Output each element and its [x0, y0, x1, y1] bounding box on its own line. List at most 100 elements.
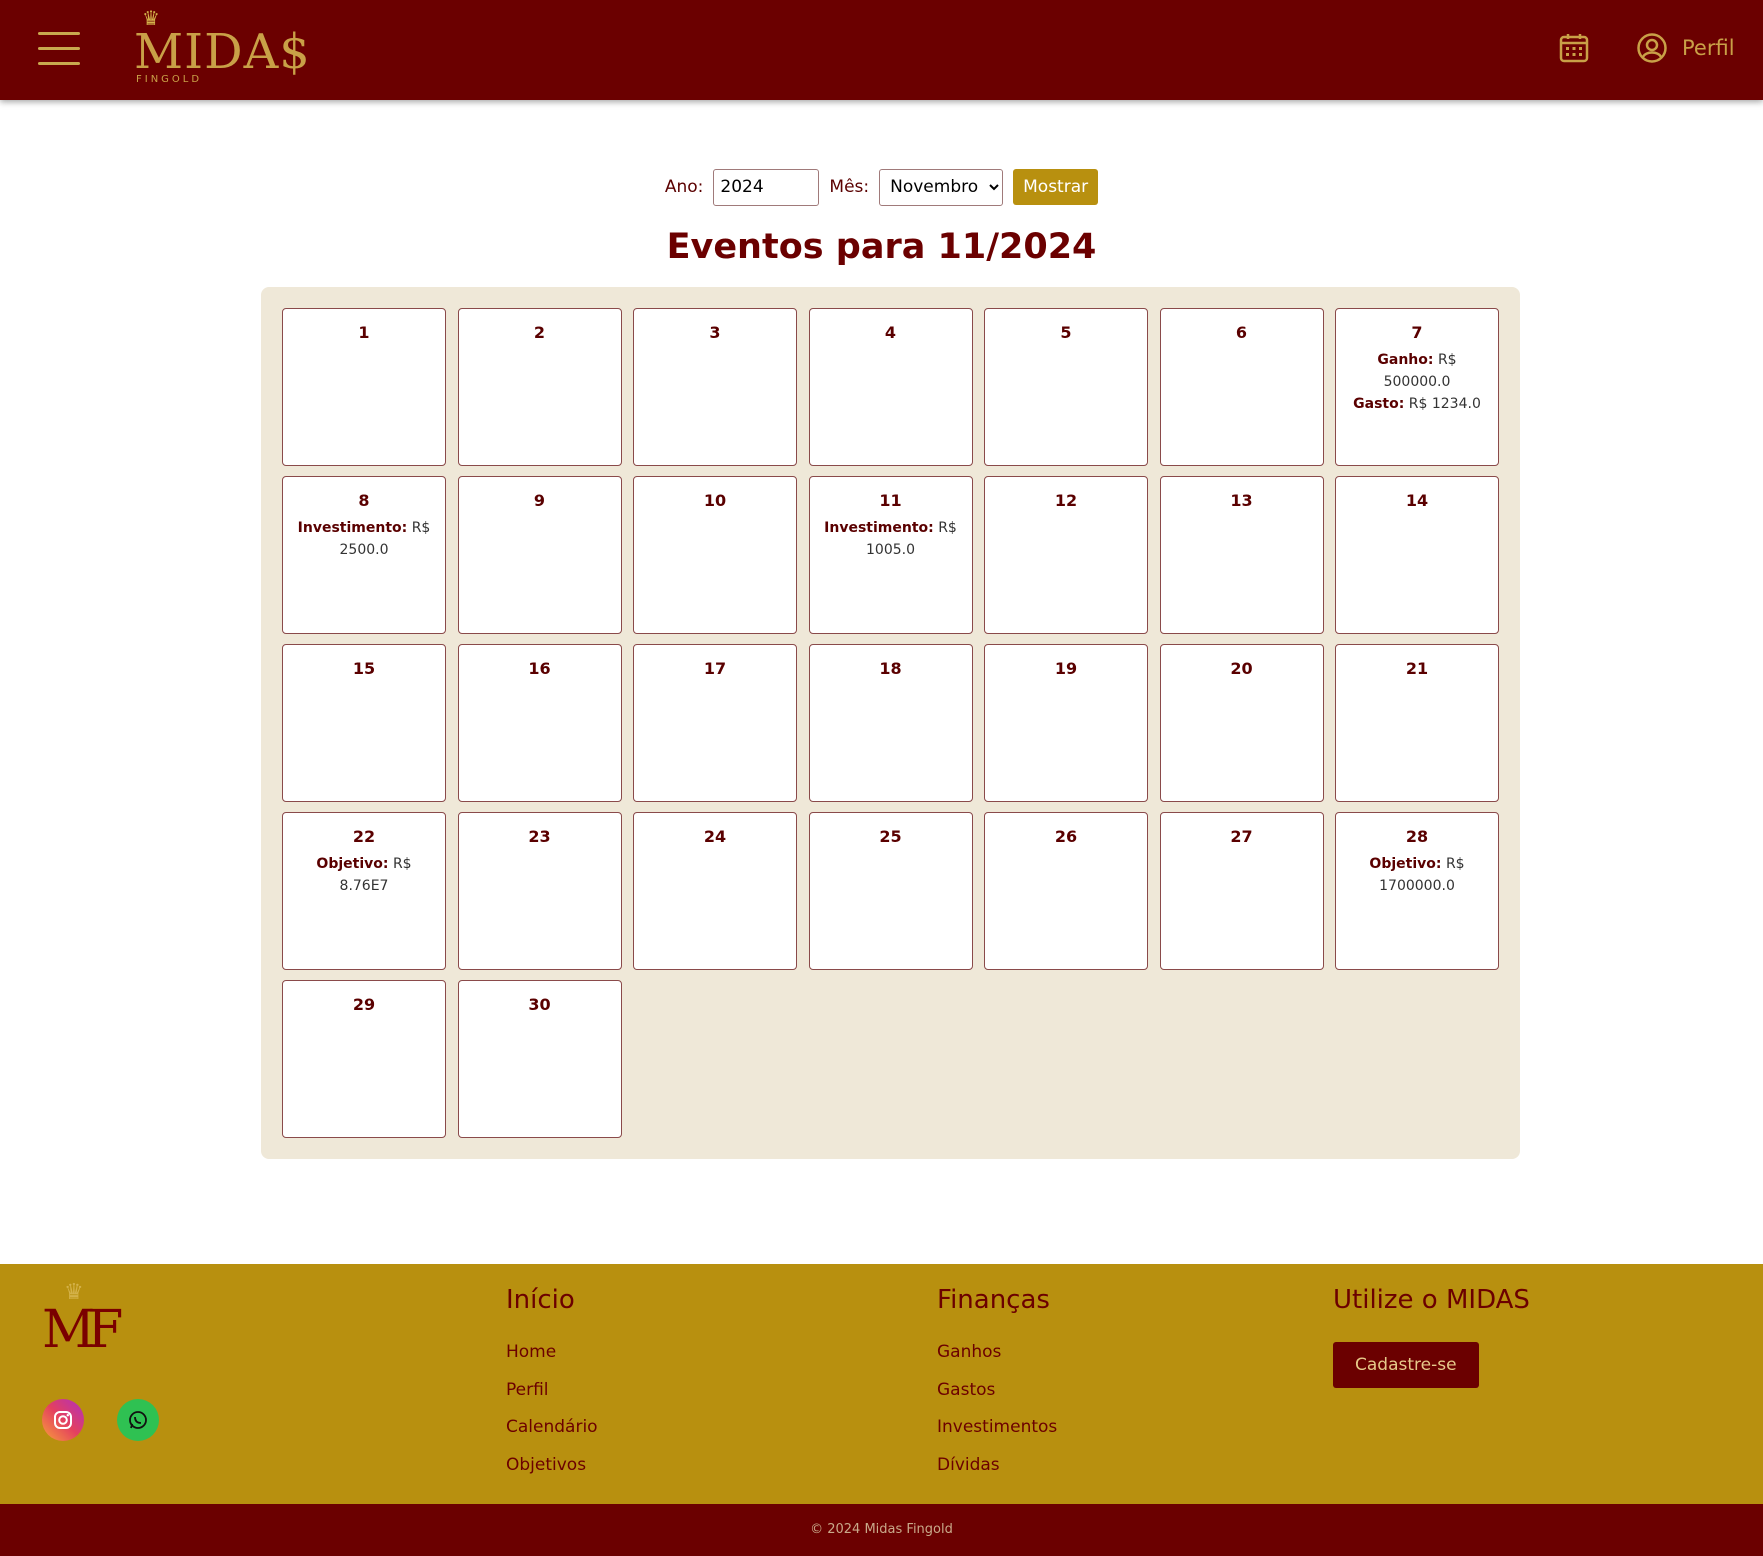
- footer-col-financas: Finanças Ganhos Gastos Investimentos Dív…: [937, 1280, 1057, 1484]
- day-number: 18: [879, 659, 902, 678]
- footer-col-utilize: Utilize o MIDAS Cadastre-se: [1333, 1280, 1530, 1388]
- calendar-day[interactable]: 10: [633, 476, 797, 634]
- day-events: Investimento: R$ 2500.0: [283, 517, 445, 561]
- day-number: 25: [879, 827, 902, 846]
- day-number: 14: [1405, 491, 1429, 510]
- day-number: 9: [533, 491, 546, 510]
- profile-label: Perfil: [1682, 36, 1735, 60]
- footer-logo-text: MF: [42, 1300, 123, 1360]
- calendar-day[interactable]: 20: [1159, 644, 1324, 802]
- footer-link-ganhos[interactable]: Ganhos: [937, 1334, 1057, 1372]
- calendar-day[interactable]: 12: [984, 476, 1148, 634]
- calendar-day[interactable]: 13: [1159, 476, 1324, 634]
- top-navbar: ♛ MIDA$ FINGOLD Perfil: [0, 0, 1763, 100]
- page-title: Eventos para 11/2024: [666, 227, 1097, 267]
- calendar-day[interactable]: 4: [808, 308, 973, 466]
- footer-link-gastos[interactable]: Gastos: [937, 1372, 1057, 1410]
- calendar-day[interactable]: 3: [633, 308, 797, 466]
- calendar-day[interactable]: 11 Investimento: R$ 1005.0: [808, 476, 973, 634]
- calendar-day[interactable]: 21: [1335, 644, 1499, 802]
- calendar-day[interactable]: 14: [1335, 476, 1499, 634]
- calendar-day[interactable]: 18: [808, 644, 973, 802]
- calendar-day[interactable]: 29: [282, 980, 446, 1138]
- day-events: Investimento: R$ 1005.0: [810, 517, 972, 561]
- calendar-day[interactable]: 26: [984, 812, 1148, 970]
- calendar-day[interactable]: 16: [457, 644, 622, 802]
- calendar-day[interactable]: 28 Objetivo: R$ 1700000.0: [1335, 812, 1499, 970]
- calendar-day[interactable]: 6: [1159, 308, 1324, 466]
- day-number: 29: [352, 995, 376, 1014]
- day-number: 1: [358, 323, 370, 342]
- profile-link[interactable]: Perfil: [1636, 30, 1735, 66]
- footer-col-title: Utilize o MIDAS: [1333, 1285, 1530, 1315]
- calendar-day[interactable]: 15: [282, 644, 446, 802]
- event-label: Objetivo:: [316, 856, 389, 872]
- midas-logo[interactable]: ♛ MIDA$ FINGOLD: [130, 8, 310, 88]
- month-select[interactable]: Novembro: [879, 168, 1004, 206]
- calendar-icon[interactable]: [1558, 32, 1590, 64]
- calendar-day[interactable]: 7 Ganho: R$ 500000.0 Gasto: R$ 1234.0: [1335, 308, 1499, 466]
- day-number: 23: [528, 827, 551, 846]
- footer-link-perfil[interactable]: Perfil: [506, 1372, 598, 1410]
- day-number: 2: [533, 323, 546, 342]
- footer-link-objetivos[interactable]: Objetivos: [506, 1447, 598, 1485]
- day-number: 26: [1054, 827, 1078, 846]
- calendar-day[interactable]: 5: [984, 308, 1148, 466]
- day-number: 12: [1054, 491, 1078, 510]
- footer-link-calendario[interactable]: Calendário: [506, 1409, 598, 1447]
- day-number: 10: [703, 491, 727, 510]
- calendar-day[interactable]: 17: [633, 644, 797, 802]
- footer-logo[interactable]: ♛ MF: [42, 1280, 123, 1360]
- instagram-icon[interactable]: [42, 1399, 84, 1441]
- calendar-day[interactable]: 8 Investimento: R$ 2500.0: [282, 476, 446, 634]
- day-events: Ganho: R$ 500000.0 Gasto: R$ 1234.0: [1336, 349, 1498, 415]
- footer: ♛ MF Início Home Perfil Calendário Objet…: [0, 1264, 1763, 1504]
- day-number: 30: [528, 995, 551, 1014]
- day-number: 19: [1054, 659, 1078, 678]
- day-number: 24: [703, 827, 727, 846]
- calendar-day[interactable]: 22 Objetivo: R$ 8.76E7: [282, 812, 446, 970]
- day-number: 5: [1060, 323, 1072, 342]
- whatsapp-icon[interactable]: [117, 1399, 159, 1441]
- calendar-day[interactable]: 19: [984, 644, 1148, 802]
- footer-link-investimentos[interactable]: Investimentos: [937, 1409, 1057, 1447]
- menu-icon[interactable]: [38, 32, 80, 66]
- day-events: Objetivo: R$ 1700000.0: [1336, 853, 1498, 897]
- day-number: 11: [879, 491, 902, 510]
- logo-subtext: FINGOLD: [136, 74, 203, 85]
- copyright: © 2024 Midas Fingold: [0, 1504, 1763, 1556]
- calendar-day[interactable]: 23: [457, 812, 622, 970]
- day-number: 8: [358, 491, 370, 510]
- footer-link-dividas[interactable]: Dívidas: [937, 1447, 1057, 1485]
- month-label: Mês:: [829, 177, 870, 197]
- calendar-day[interactable]: 1: [282, 308, 446, 466]
- date-filter: Ano: Mês: Novembro Mostrar: [0, 168, 1763, 206]
- day-number: 13: [1230, 491, 1253, 510]
- footer-col-inicio: Início Home Perfil Calendário Objetivos: [506, 1280, 598, 1484]
- show-button[interactable]: Mostrar: [1013, 169, 1099, 205]
- footer-link-home[interactable]: Home: [506, 1334, 598, 1372]
- calendar-day[interactable]: 27: [1159, 812, 1324, 970]
- event-label: Investimento:: [297, 520, 408, 536]
- logo-text: MIDA$: [134, 24, 311, 80]
- day-number: 27: [1230, 827, 1253, 846]
- event-value: R$ 1234.0: [1408, 396, 1481, 412]
- calendar-day[interactable]: 24: [633, 812, 797, 970]
- calendar-day[interactable]: 25: [808, 812, 973, 970]
- calendar: 1 2 3 4 5 6 7 Ganho: R$ 500000.0 Gasto: R$ 1234.…: [261, 287, 1520, 1159]
- year-input[interactable]: [713, 168, 820, 206]
- day-number: 22: [352, 827, 376, 846]
- footer-col-title: Início: [506, 1285, 575, 1315]
- calendar-day[interactable]: 9: [457, 476, 622, 634]
- event-label: Investimento:: [824, 520, 934, 536]
- day-number: 3: [709, 323, 721, 342]
- day-number: 28: [1405, 827, 1429, 846]
- day-number: 16: [528, 659, 551, 678]
- year-label: Ano:: [664, 177, 704, 197]
- day-number: 21: [1405, 659, 1429, 678]
- calendar-day[interactable]: 30: [457, 980, 622, 1138]
- day-number: 6: [1235, 323, 1248, 342]
- event-label: Objetivo:: [1369, 856, 1442, 872]
- calendar-day[interactable]: 2: [457, 308, 622, 466]
- signup-button[interactable]: Cadastre-se: [1333, 1342, 1479, 1388]
